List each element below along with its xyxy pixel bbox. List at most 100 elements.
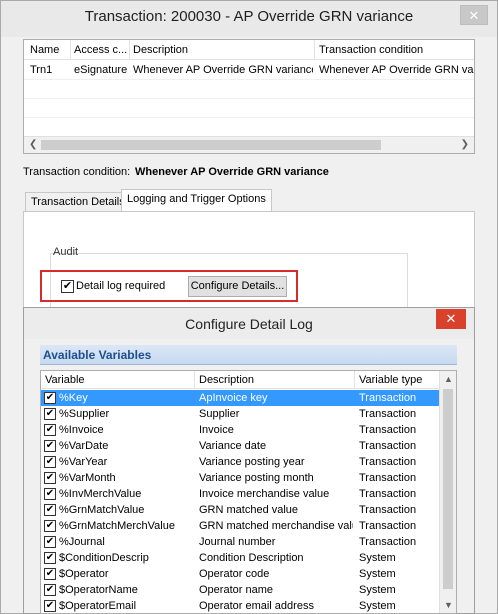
cell-description: Whenever AP Override GRN variance <box>133 64 313 76</box>
variable-name: $OperatorEmail <box>59 600 137 612</box>
vertical-scrollbar[interactable]: ▲ ▼ <box>439 371 456 613</box>
scroll-up-icon[interactable]: ▲ <box>444 374 453 384</box>
variable-name: $ConditionDescrip <box>59 552 149 564</box>
variable-type: Transaction <box>359 440 417 452</box>
variable-checkbox[interactable]: ✔ <box>44 440 56 452</box>
variable-name: %GrnMatchValue <box>59 504 145 516</box>
list-item[interactable]: ✔ %GrnMatchValue GRN matched value Transact… <box>41 502 439 518</box>
variable-name: %Supplier <box>59 408 110 420</box>
variable-name: %VarMonth <box>59 472 116 484</box>
variable-description: GRN matched merchandise value <box>199 520 353 532</box>
available-variables-header: Available Variables <box>40 345 457 365</box>
variable-name: %GrnMatchMerchValue <box>59 520 175 532</box>
table-row[interactable]: Trn1 eSignature Whenever AP Override GRN… <box>24 60 474 79</box>
list-item[interactable]: ✔ %VarMonth Variance posting month Transact… <box>41 470 439 486</box>
variable-description: Operator email address <box>199 600 314 612</box>
variable-type: Transaction <box>359 456 417 468</box>
audit-legend: Audit <box>53 246 79 258</box>
variable-description: Invoice <box>199 424 234 436</box>
scroll-down-icon[interactable]: ▼ <box>444 600 453 610</box>
variable-type: System <box>359 584 396 596</box>
column-header-variable-type[interactable]: Variable type <box>359 374 422 386</box>
list-item[interactable]: ✔ %Invoice Invoice Transaction <box>41 422 439 438</box>
variable-description: Variance posting year <box>199 456 305 468</box>
scroll-right-icon[interactable]: ❯ <box>461 139 469 150</box>
tab-logging-and-trigger-options[interactable]: Logging and Trigger Options <box>121 189 272 212</box>
list-item[interactable]: ✔ %GrnMatchMerchValue GRN matched merchand… <box>41 518 439 534</box>
list-item[interactable]: ✔ %Supplier Supplier Transaction <box>41 406 439 422</box>
variable-name: %VarYear <box>59 456 108 468</box>
variable-checkbox[interactable]: ✔ <box>44 536 56 548</box>
variable-type: Transaction <box>359 520 417 532</box>
configure-details-button[interactable]: Configure Details... <box>188 276 287 297</box>
variable-type: Transaction <box>359 536 417 548</box>
cell-name: Trn1 <box>30 64 53 76</box>
variable-checkbox[interactable]: ✔ <box>44 424 56 436</box>
variables-grid-header: Variable Description Variable type <box>41 371 439 389</box>
variable-checkbox[interactable]: ✔ <box>44 552 56 564</box>
variable-type: Transaction <box>359 424 417 436</box>
tab-transaction-details[interactable]: Transaction Details <box>25 192 131 212</box>
column-header-name[interactable]: Name <box>30 44 70 56</box>
scroll-left-icon[interactable]: ❮ <box>29 139 37 150</box>
variable-description: Operator name <box>199 584 273 596</box>
variable-checkbox[interactable]: ✔ <box>44 568 56 580</box>
window-title-bar[interactable]: Transaction: 200030 - AP Override GRN va… <box>1 1 497 37</box>
list-item[interactable]: ✔ $OperatorEmail Operator email address Sys… <box>41 598 439 613</box>
column-header-condition[interactable]: Transaction condition <box>319 44 469 56</box>
variable-checkbox[interactable]: ✔ <box>44 504 56 516</box>
variable-type: Transaction <box>359 504 417 516</box>
cell-condition: Whenever AP Override GRN variance <box>319 64 474 76</box>
dialog-close-icon[interactable]: ✕ <box>436 309 466 329</box>
scroll-thumb[interactable] <box>41 140 381 150</box>
variable-description: Journal number <box>199 536 276 548</box>
scroll-thumb[interactable] <box>443 389 453 589</box>
horizontal-scrollbar[interactable]: ❮ ❯ <box>24 136 474 153</box>
variable-name: %Invoice <box>59 424 104 436</box>
window-close-icon[interactable]: ✕ <box>460 5 488 25</box>
variable-name: %InvMerchValue <box>59 488 142 500</box>
variable-type: Transaction <box>359 392 417 404</box>
variable-description: Operator code <box>199 568 270 580</box>
dialog-title: Configure Detail Log <box>185 316 313 332</box>
list-item[interactable]: ✔ %Key ApInvoice key Transaction <box>41 390 439 406</box>
transaction-condition-label: Transaction condition: <box>23 166 131 178</box>
list-item[interactable]: ✔ %Journal Journal number Transaction <box>41 534 439 550</box>
variable-type: System <box>359 600 396 612</box>
variable-type: System <box>359 568 396 580</box>
list-item[interactable]: ✔ $OperatorName Operator name System <box>41 582 439 598</box>
list-item[interactable]: ✔ %VarDate Variance date Transaction <box>41 438 439 454</box>
variable-type: Transaction <box>359 408 417 420</box>
variable-checkbox[interactable]: ✔ <box>44 584 56 596</box>
variable-checkbox[interactable]: ✔ <box>44 472 56 484</box>
variable-type: Transaction <box>359 472 417 484</box>
column-header-description[interactable]: Description <box>133 44 313 56</box>
variable-checkbox[interactable]: ✔ <box>44 408 56 420</box>
variable-description: Variance date <box>199 440 267 452</box>
variable-checkbox[interactable]: ✔ <box>44 600 56 612</box>
list-item[interactable]: ✔ $Operator Operator code System <box>41 566 439 582</box>
list-item[interactable]: ✔ %InvMerchValue Invoice merchandise value… <box>41 486 439 502</box>
dialog-title-bar[interactable]: Configure Detail Log ✕ <box>24 308 474 339</box>
variable-checkbox[interactable]: ✔ <box>44 520 56 532</box>
list-item[interactable]: ✔ $ConditionDescrip Condition Description S… <box>41 550 439 566</box>
column-header-access[interactable]: Access c... <box>74 44 129 56</box>
cell-access: eSignature <box>74 64 128 76</box>
variable-type: System <box>359 552 396 564</box>
variable-checkbox[interactable]: ✔ <box>44 392 56 404</box>
configure-detail-log-dialog: Configure Detail Log ✕ Available Variabl… <box>23 307 475 614</box>
transaction-condition-value: Whenever AP Override GRN variance <box>135 166 329 178</box>
column-header-description[interactable]: Description <box>199 374 254 386</box>
column-header-variable[interactable]: Variable <box>45 374 85 386</box>
list-item[interactable]: ✔ %VarYear Variance posting year Transactio… <box>41 454 439 470</box>
variable-description: GRN matched value <box>199 504 299 516</box>
variable-name: %VarDate <box>59 440 109 452</box>
variable-checkbox[interactable]: ✔ <box>44 456 56 468</box>
variable-checkbox[interactable]: ✔ <box>44 488 56 500</box>
detail-log-label: Detail log required <box>76 280 166 292</box>
variable-name: %Key <box>59 392 88 404</box>
variable-name: %Journal <box>59 536 105 548</box>
detail-log-checkbox[interactable]: ✔ <box>61 280 74 293</box>
variable-description: Invoice merchandise value <box>199 488 330 500</box>
variable-description: Variance posting month <box>199 472 314 484</box>
